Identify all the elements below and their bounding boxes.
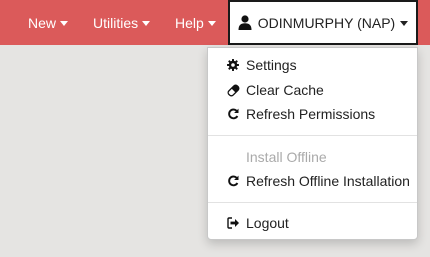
refresh-icon	[226, 174, 240, 188]
nav-help-menu[interactable]: Help	[175, 0, 216, 45]
menu-item-logout[interactable]: Logout	[208, 212, 417, 234]
menu-item-refresh-offline-installation[interactable]: Refresh Offline Installation	[208, 170, 417, 192]
menu-item-refresh-permissions[interactable]: Refresh Permissions	[208, 103, 417, 125]
nav-utilities-label: Utilities	[93, 14, 139, 31]
caret-down-icon	[207, 20, 216, 26]
menu-divider	[208, 202, 417, 203]
gear-icon	[226, 58, 240, 72]
top-navbar: New Utilities Help ODINMURPHY (NAP)	[0, 0, 430, 45]
menu-item-clear-cache[interactable]: Clear Cache	[208, 79, 417, 101]
menu-item-label: Logout	[246, 215, 289, 231]
user-menu-label: ODINMURPHY (NAP)	[257, 14, 396, 31]
caret-down-icon	[60, 20, 69, 26]
menu-item-label: Settings	[246, 57, 297, 73]
logout-icon	[226, 216, 240, 230]
menu-item-label: Clear Cache	[246, 82, 324, 98]
user-menu-toggle[interactable]: ODINMURPHY (NAP)	[228, 0, 418, 45]
menu-divider	[208, 135, 417, 136]
menu-item-label: Refresh Offline Installation	[246, 173, 410, 189]
eraser-icon	[226, 83, 240, 97]
menu-item-label: Refresh Permissions	[246, 106, 376, 122]
refresh-icon	[226, 107, 240, 121]
nav-help-label: Help	[175, 14, 204, 31]
menu-item-settings[interactable]: Settings	[208, 54, 417, 76]
caret-down-icon	[142, 20, 151, 26]
menu-item-install-offline: Install Offline	[208, 146, 417, 168]
nav-utilities-menu[interactable]: Utilities	[93, 0, 151, 45]
user-dropdown-menu: Settings Clear Cache Refresh Permissions…	[207, 47, 418, 240]
nav-new-menu[interactable]: New	[28, 0, 69, 45]
nav-new-label: New	[28, 14, 57, 31]
menu-item-label: Install Offline	[246, 149, 327, 165]
user-icon	[238, 15, 252, 30]
caret-down-icon	[400, 20, 409, 26]
